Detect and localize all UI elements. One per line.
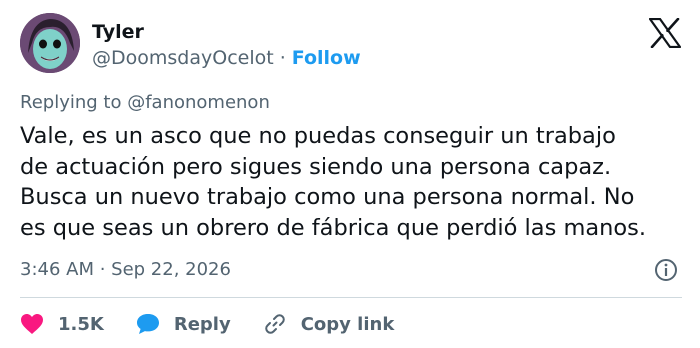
copy-link-label: Copy link: [300, 313, 395, 335]
action-bar: 1.5K Reply Copy link: [20, 309, 426, 339]
reply-target-handle[interactable]: @fanonomenon: [127, 92, 270, 113]
avatar[interactable]: [20, 13, 80, 73]
heart-icon: [21, 314, 43, 334]
replying-prefix: Replying to: [20, 92, 128, 113]
author-name[interactable]: Tyler: [92, 21, 144, 43]
x-logo-icon[interactable]: [648, 17, 682, 49]
like-count: 1.5K: [58, 313, 104, 335]
copy-link-button[interactable]: Copy link: [263, 312, 395, 336]
tweet-card: Tyler @DoomsdayOcelot · Follow Replying to…: [0, 0, 700, 348]
replying-to: Replying to @fanonomenon: [20, 92, 270, 113]
tweet-timestamp[interactable]: 3:46 AM · Sep 22, 2026: [20, 259, 231, 280]
author-handle[interactable]: @DoomsdayOcelot: [92, 47, 274, 69]
tweet-text: Vale, es un asco que no puedas conseguir…: [20, 123, 647, 241]
info-icon[interactable]: [654, 258, 678, 282]
follow-button[interactable]: Follow: [292, 47, 361, 69]
link-icon: [264, 314, 285, 334]
reply-label: Reply: [173, 313, 231, 335]
divider: [20, 297, 682, 298]
author-handle-row: @DoomsdayOcelot · Follow: [92, 47, 361, 69]
reply-button[interactable]: Reply: [136, 313, 231, 335]
separator-dot: ·: [279, 47, 286, 69]
like-button[interactable]: 1.5K: [20, 313, 104, 335]
reply-bubble-icon: [136, 314, 159, 334]
